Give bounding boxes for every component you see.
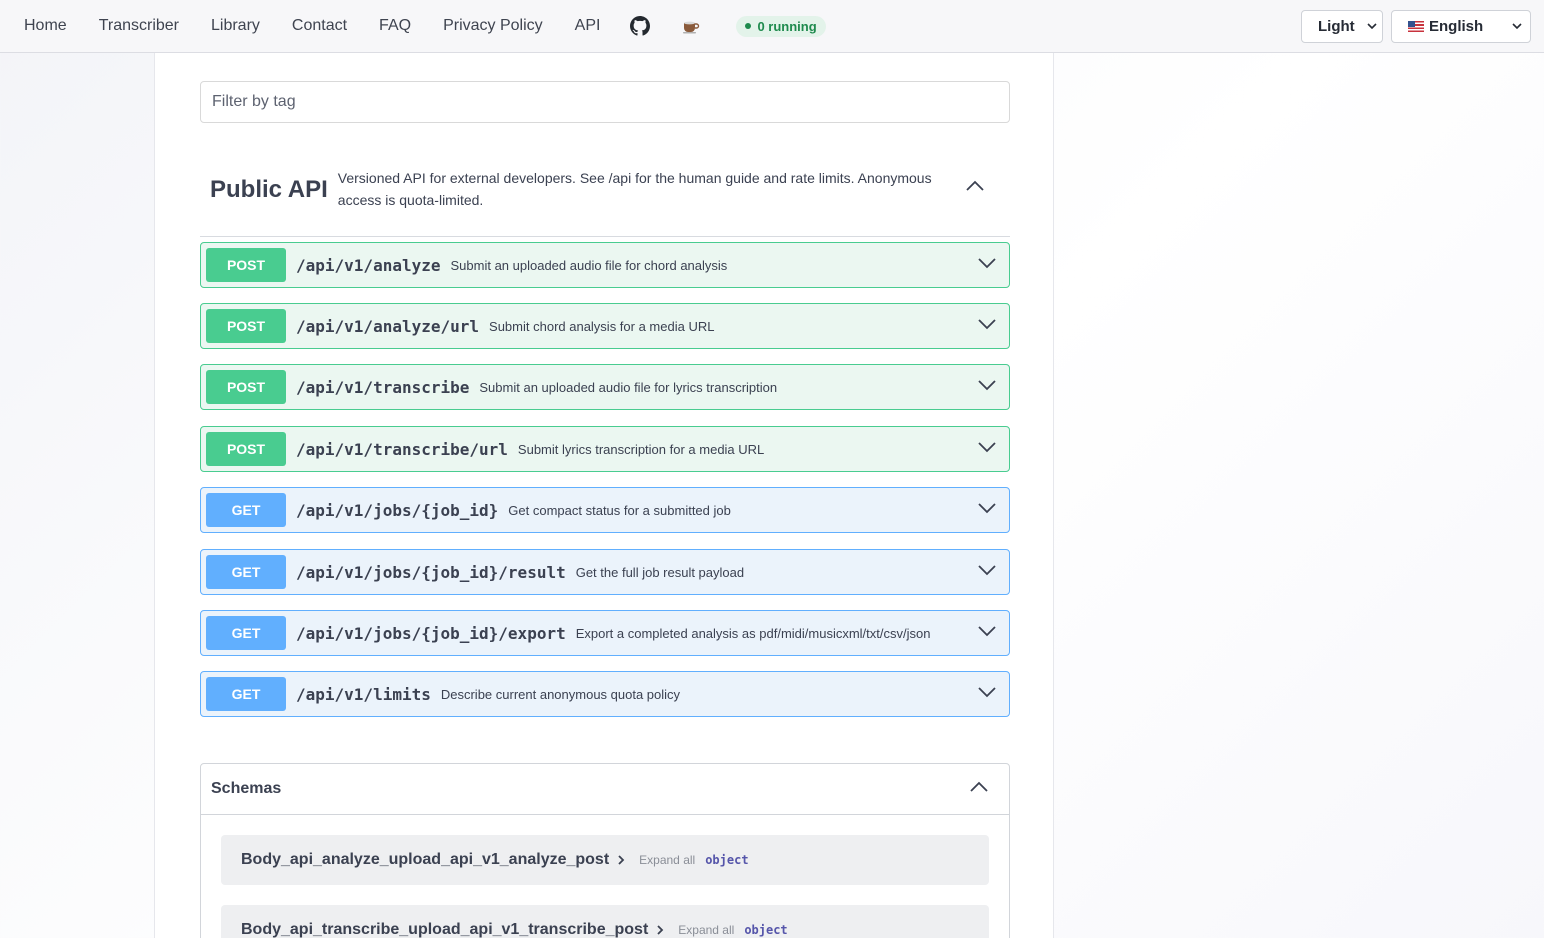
- nav-links: Home Transcriber Library Contact FAQ Pri…: [0, 0, 826, 52]
- model-type: object: [705, 853, 749, 867]
- method-badge: POST: [206, 309, 286, 343]
- operation-post-transcribe-url[interactable]: POST /api/v1/transcribe/url Submit lyric…: [200, 426, 1010, 472]
- nav-link-home[interactable]: Home: [8, 1, 83, 51]
- operation-post-analyze[interactable]: POST /api/v1/analyze Submit an uploaded …: [200, 242, 1010, 288]
- chevron-right-icon[interactable]: [617, 854, 625, 866]
- nav-link-contact[interactable]: Contact: [276, 1, 363, 51]
- operation-get-job-status[interactable]: GET /api/v1/jobs/{job_id} Get compact st…: [200, 487, 1010, 533]
- expand-all-link[interactable]: Expand all: [639, 853, 695, 867]
- method-badge: GET: [206, 493, 286, 527]
- chevron-up-icon[interactable]: [969, 780, 989, 798]
- schemas-header[interactable]: Schemas: [201, 764, 1009, 815]
- operation-summary: Export a completed analysis as pdf/midi/…: [575, 625, 931, 641]
- operation-path: /api/v1/jobs/{job_id}/result: [296, 562, 566, 582]
- chevron-down-icon[interactable]: [977, 563, 997, 581]
- model-name: Body_api_analyze_upload_api_v1_analyze_p…: [241, 851, 610, 868]
- operation-get-limits[interactable]: GET /api/v1/limits Describe current anon…: [200, 671, 1010, 717]
- nav-link-library[interactable]: Library: [195, 1, 276, 51]
- coffee-icon[interactable]: [668, 1, 718, 51]
- operation-summary: Submit an uploaded audio file for lyrics…: [479, 379, 778, 395]
- chevron-down-icon[interactable]: [977, 624, 997, 642]
- theme-select-value: Light: [1318, 17, 1355, 35]
- model-name: Body_api_transcribe_upload_api_v1_transc…: [241, 921, 649, 938]
- operation-path: /api/v1/transcribe: [296, 377, 470, 397]
- running-jobs-badge: 0 running: [736, 15, 826, 37]
- operation-path: /api/v1/jobs/{job_id}: [296, 500, 499, 520]
- tag-description: Versioned API for external developers. S…: [337, 170, 932, 208]
- chevron-down-icon[interactable]: [977, 440, 997, 458]
- operation-post-transcribe[interactable]: POST /api/v1/transcribe Submit an upload…: [200, 364, 1010, 410]
- operation-summary: Submit chord analysis for a media URL: [489, 318, 715, 334]
- schemas-section: Schemas Body_api_analyze_upload_api_v1_a…: [200, 763, 1010, 938]
- chevron-down-icon[interactable]: [977, 685, 997, 703]
- chevron-down-icon: [1512, 23, 1522, 29]
- nav-link-transcriber[interactable]: Transcriber: [83, 1, 195, 51]
- running-count: 0 running: [757, 18, 817, 34]
- chevron-up-icon[interactable]: [965, 179, 985, 197]
- tag-section-public-api[interactable]: Public API Versioned API for external de…: [200, 161, 1010, 237]
- operation-summary: Get the full job result payload: [575, 564, 745, 580]
- operation-get-job-result[interactable]: GET /api/v1/jobs/{job_id}/result Get the…: [200, 549, 1010, 595]
- operation-summary: Describe current anonymous quota policy: [440, 686, 681, 702]
- operation-path: /api/v1/limits: [296, 684, 431, 704]
- api-docs-panel: Public API Versioned API for external de…: [154, 53, 1054, 938]
- theme-select[interactable]: Light: [1301, 9, 1383, 43]
- language-select-label: English: [1408, 18, 1483, 35]
- schemas-title: Schemas: [211, 780, 282, 797]
- top-nav: Home Transcriber Library Contact FAQ Pri…: [0, 0, 1544, 53]
- tag-title: Public API: [210, 176, 328, 203]
- language-select[interactable]: English: [1391, 9, 1531, 43]
- filter-by-tag-input[interactable]: [200, 81, 1010, 123]
- operation-summary: Submit an uploaded audio file for chord …: [450, 257, 728, 273]
- chevron-right-icon[interactable]: [656, 924, 664, 936]
- chevron-down-icon[interactable]: [977, 256, 997, 274]
- operation-path: /api/v1/analyze/url: [296, 316, 480, 336]
- us-flag-icon: [1408, 20, 1424, 32]
- method-badge: POST: [206, 248, 286, 282]
- operation-path: /api/v1/jobs/{job_id}/export: [296, 623, 566, 643]
- operation-summary: Submit lyrics transcription for a media …: [517, 441, 765, 457]
- status-dot-icon: [745, 23, 752, 29]
- expand-all-link[interactable]: Expand all: [678, 923, 734, 937]
- chevron-down-icon: [1367, 23, 1377, 29]
- operation-summary: Get compact status for a submitted job: [508, 502, 731, 518]
- nav-link-api[interactable]: API: [559, 1, 617, 51]
- operation-get-job-export[interactable]: GET /api/v1/jobs/{job_id}/export Export …: [200, 610, 1010, 656]
- chevron-down-icon[interactable]: [977, 501, 997, 519]
- operation-path: /api/v1/analyze: [296, 255, 441, 275]
- schema-model-analyze-upload[interactable]: Body_api_analyze_upload_api_v1_analyze_p…: [221, 835, 989, 885]
- method-badge: GET: [206, 555, 286, 589]
- chevron-down-icon[interactable]: [977, 378, 997, 396]
- method-badge: GET: [206, 677, 286, 711]
- nav-link-privacy-policy[interactable]: Privacy Policy: [427, 1, 559, 51]
- method-badge: GET: [206, 616, 286, 650]
- chevron-down-icon[interactable]: [977, 317, 997, 335]
- nav-link-faq[interactable]: FAQ: [363, 1, 427, 51]
- language-select-value: English: [1429, 17, 1484, 35]
- model-type: object: [744, 923, 788, 937]
- github-icon[interactable]: [616, 1, 668, 51]
- method-badge: POST: [206, 370, 286, 404]
- operation-path: /api/v1/transcribe/url: [296, 439, 508, 459]
- method-badge: POST: [206, 432, 286, 466]
- nav-controls: Light English: [1301, 9, 1544, 43]
- operation-post-analyze-url[interactable]: POST /api/v1/analyze/url Submit chord an…: [200, 303, 1010, 349]
- schema-model-transcribe-upload[interactable]: Body_api_transcribe_upload_api_v1_transc…: [221, 905, 989, 938]
